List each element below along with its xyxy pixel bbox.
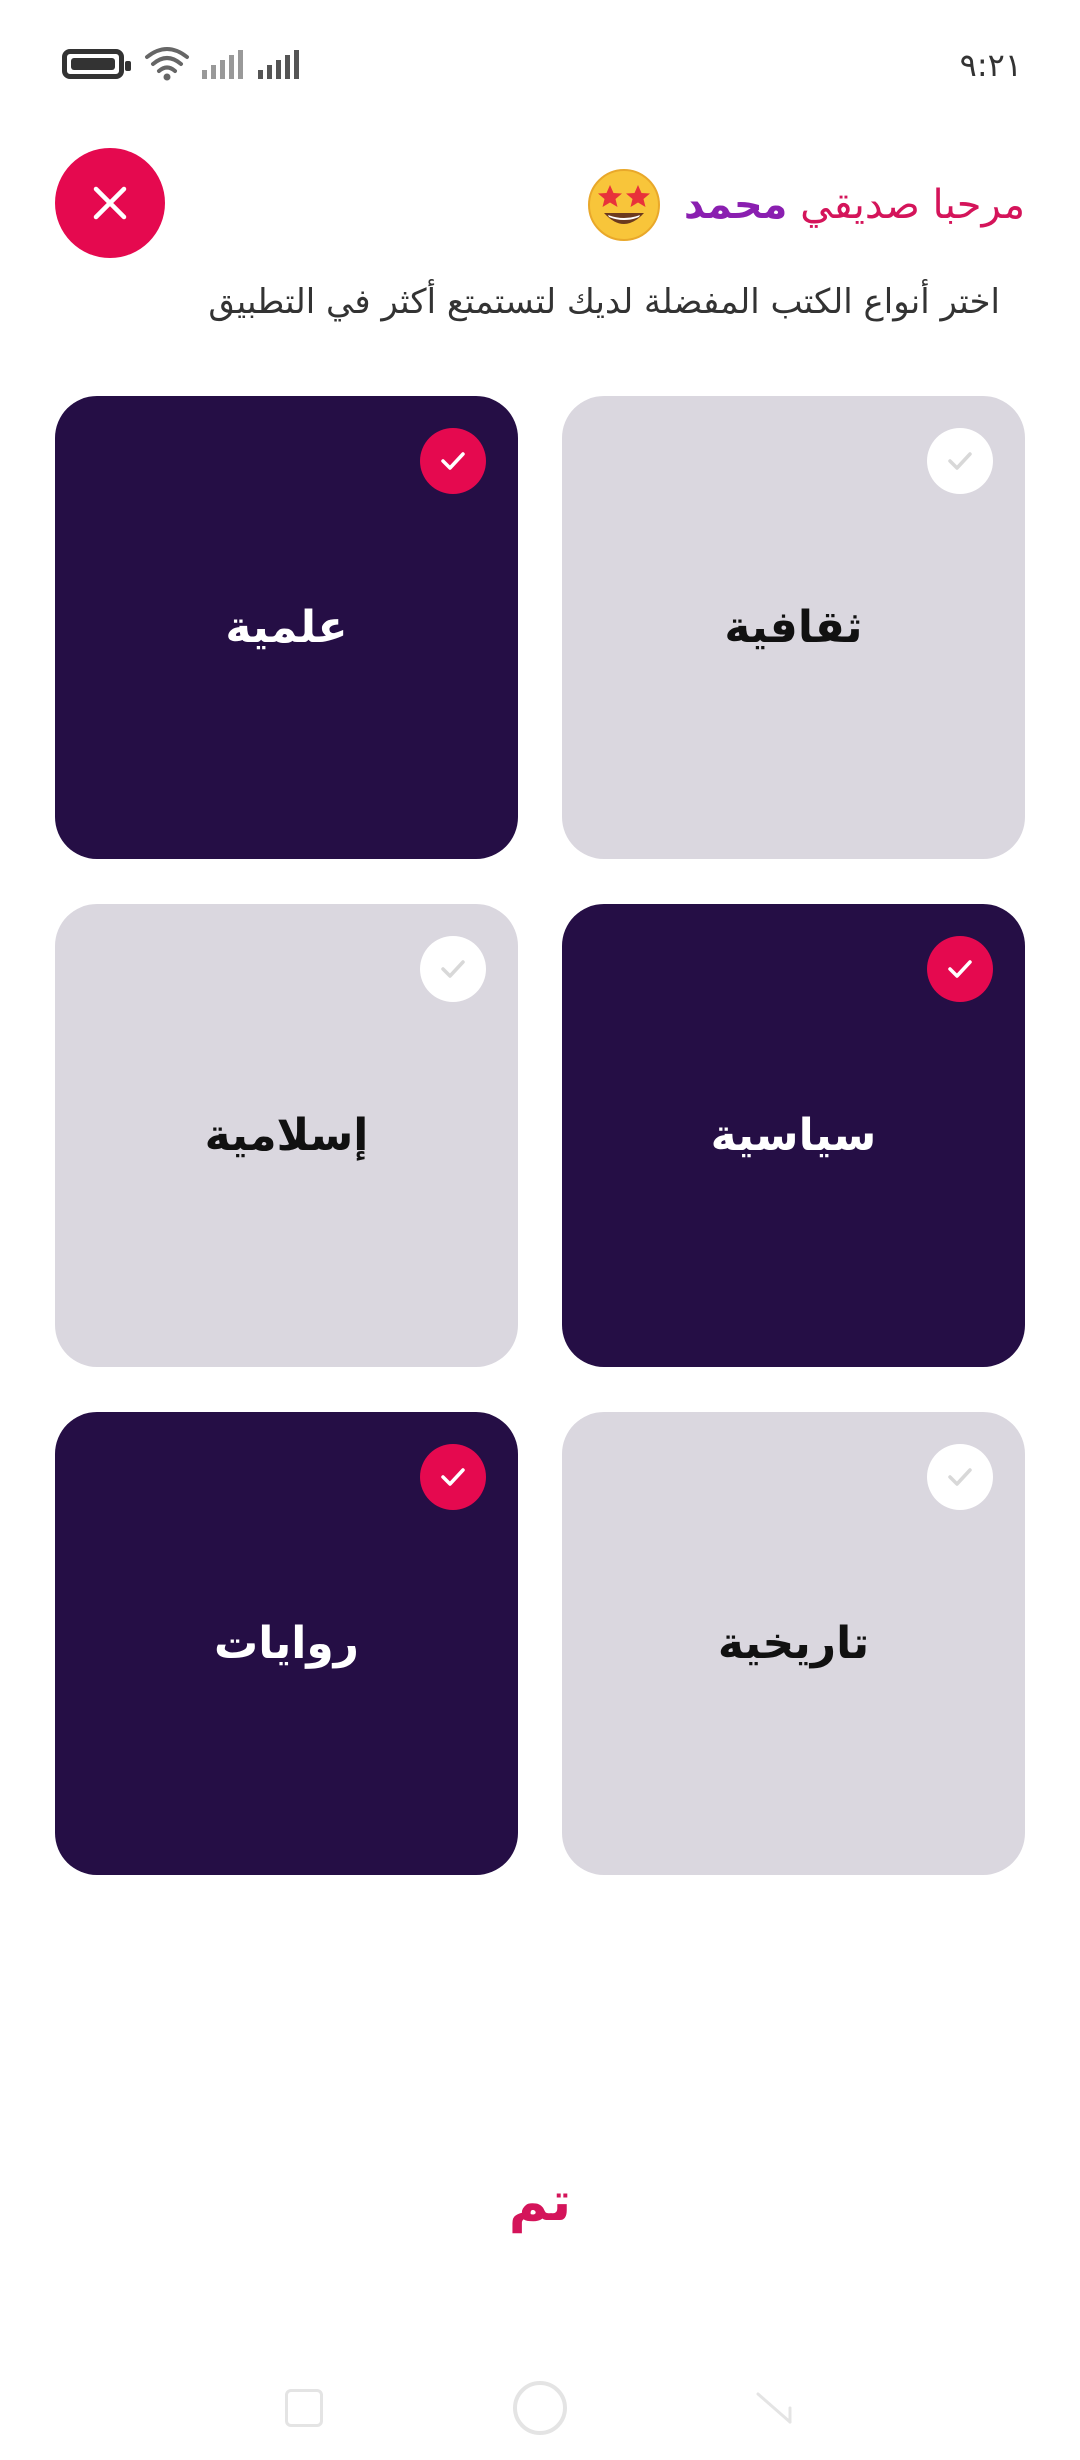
check-icon: [420, 428, 486, 494]
check-icon: [927, 428, 993, 494]
close-icon: [93, 186, 127, 220]
category-label: روايات: [213, 1618, 360, 1669]
category-tile-islamic[interactable]: إسلامية: [55, 904, 518, 1367]
clock: ٩:٢١: [959, 46, 1022, 84]
battery-icon: [62, 49, 131, 79]
signal-icon: [202, 50, 243, 79]
category-label: علمية: [225, 602, 348, 653]
wifi-icon: [145, 47, 189, 81]
check-icon: [420, 1444, 486, 1510]
category-label: إسلامية: [204, 1110, 369, 1161]
category-tile-novels[interactable]: روايات: [55, 1412, 518, 1875]
close-button[interactable]: [55, 148, 165, 258]
status-bar: ٩:٢١: [0, 0, 1080, 130]
check-icon: [927, 936, 993, 1002]
category-tile-politics[interactable]: سياسية: [562, 904, 1025, 1367]
check-icon: [420, 936, 486, 1002]
greeting-prefix: مرحبا صديقي: [800, 182, 1025, 228]
done-button[interactable]: تم: [0, 2170, 1080, 2233]
user-name: محمد: [683, 182, 788, 228]
category-tile-history[interactable]: تاريخية: [562, 1412, 1025, 1875]
back-icon[interactable]: [752, 2388, 796, 2428]
category-label: ثقافية: [724, 602, 863, 653]
signal-icon: [258, 50, 299, 79]
greeting: مرحبا صديقي محمد: [586, 162, 1025, 248]
recent-apps-icon[interactable]: [285, 2389, 323, 2427]
category-label: سياسية: [710, 1110, 877, 1161]
navigation-bar: [0, 2370, 1080, 2460]
category-tile-science[interactable]: علمية: [55, 396, 518, 859]
subtitle: اختر أنواع الكتب المفضلة لديك لتستمتع أك…: [208, 282, 1000, 322]
greeting-text: مرحبا صديقي محمد: [684, 182, 1025, 228]
star-struck-emoji: [587, 169, 660, 241]
check-icon: [927, 1444, 993, 1510]
home-icon[interactable]: [513, 2381, 567, 2435]
category-label: تاريخية: [717, 1618, 870, 1669]
category-tile-culture[interactable]: ثقافية: [562, 396, 1025, 859]
